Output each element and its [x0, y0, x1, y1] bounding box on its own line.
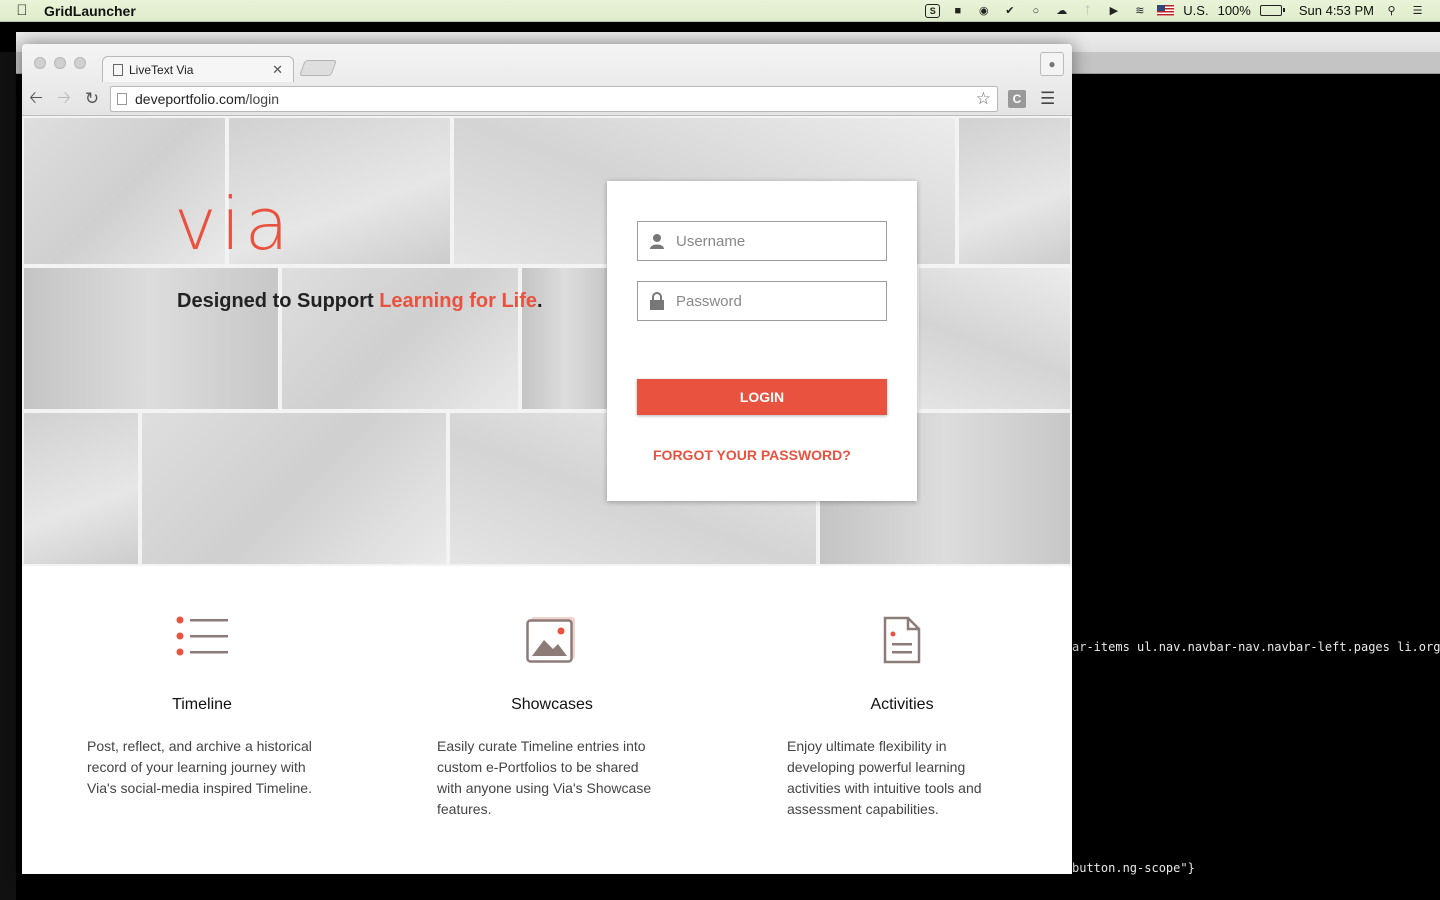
- evernote-icon[interactable]: ■: [949, 3, 966, 18]
- via-logo: via: [174, 182, 293, 266]
- tagline-suffix: .: [537, 290, 543, 312]
- user-icon: [638, 233, 676, 249]
- feature-description: Post, reflect, and archive a historical …: [87, 738, 312, 796]
- forward-icon[interactable]: 🡢: [50, 85, 78, 114]
- terminal-output-line: button.ng-scope"}: [1072, 861, 1195, 875]
- sync-icon[interactable]: ◉: [975, 3, 992, 18]
- input-source[interactable]: U.S.: [1183, 3, 1208, 18]
- profile-icon[interactable]: ●: [1040, 52, 1064, 76]
- username-input[interactable]: [676, 232, 876, 250]
- extension-icon[interactable]: C: [1008, 90, 1026, 108]
- menu-bar:  GridLauncher S ■ ◉ ✔ ○ ☁ ᛏ ▶ ≋ U.S. 10…: [0, 0, 1440, 22]
- spotlight-icon[interactable]: ⚲: [1383, 3, 1400, 18]
- status-tray: S ■ ◉ ✔ ○ ☁ ᛏ ▶ ≋ U.S. 100% Sun 4:53 PM …: [925, 3, 1440, 18]
- chat-icon[interactable]: ○: [1027, 3, 1044, 18]
- timeline-list-icon: [87, 616, 317, 672]
- skype-icon[interactable]: S: [925, 3, 941, 18]
- forgot-password-link[interactable]: FORGOT YOUR PASSWORD?: [653, 447, 851, 463]
- features-section: Timeline Post, reflect, and archive a hi…: [22, 566, 1072, 874]
- bookmark-star-icon[interactable]: ☆: [976, 89, 991, 109]
- feature-timeline: Timeline Post, reflect, and archive a hi…: [87, 616, 317, 799]
- chrome-menu-icon[interactable]: ☰: [1040, 89, 1055, 109]
- new-tab-button[interactable]: [299, 60, 337, 76]
- tagline-accent: Learning for Life: [379, 290, 538, 312]
- lock-icon: [638, 292, 676, 310]
- feature-title: Activities: [870, 696, 934, 713]
- feature-activities: Activities Enjoy ultimate flexibility in…: [787, 616, 1017, 820]
- username-field[interactable]: [637, 221, 887, 261]
- browser-toolbar: 🡠 🡢 ↻ deveportfolio.com/login ☆ C ☰: [22, 82, 1072, 116]
- terminal-left-edge: [0, 52, 16, 900]
- wifi-icon[interactable]: ≋: [1131, 3, 1148, 18]
- feature-title: Timeline: [172, 696, 232, 713]
- page-icon: [113, 63, 123, 76]
- picture-frame-icon: [437, 616, 667, 672]
- feature-title: Showcases: [511, 696, 593, 713]
- password-input[interactable]: [676, 292, 876, 310]
- minimize-window-button[interactable]: [54, 57, 66, 69]
- bluetooth-icon[interactable]: ᛏ: [1079, 3, 1096, 18]
- tab-title: LiveText Via: [129, 62, 194, 77]
- terminal-output-line: ar-items ul.nav.navbar-nav.navbar-left.p…: [1072, 640, 1440, 654]
- login-button[interactable]: LOGIN: [637, 379, 887, 415]
- check-icon[interactable]: ✔: [1001, 3, 1018, 18]
- back-icon[interactable]: 🡠: [22, 85, 50, 114]
- clock[interactable]: Sun 4:53 PM: [1299, 3, 1374, 18]
- document-icon: [787, 616, 1017, 672]
- password-field[interactable]: [637, 281, 887, 321]
- apple-menu-icon[interactable]: : [0, 2, 44, 19]
- browser-chrome: LiveText Via ✕ ● 🡠 🡢 ↻ deveportfolio.com…: [22, 44, 1072, 116]
- page-info-icon[interactable]: [117, 93, 127, 105]
- url-domain: deveportfolio.com: [135, 91, 246, 107]
- address-bar[interactable]: deveportfolio.com/login ☆: [110, 86, 998, 112]
- notification-center-icon[interactable]: ☰: [1409, 3, 1426, 18]
- tagline: Designed to Support Learning for Life.: [177, 290, 543, 313]
- reload-icon[interactable]: ↻: [78, 89, 106, 109]
- feature-showcases: Showcases Easily curate Timeline entries…: [437, 616, 667, 820]
- flag-icon[interactable]: [1157, 5, 1175, 16]
- window-controls: [34, 57, 86, 69]
- battery-icon[interactable]: [1259, 5, 1285, 16]
- page-content: via Designed to Support Learning for Lif…: [22, 116, 1072, 874]
- tagline-prefix: Designed to Support: [177, 290, 380, 312]
- volume-icon[interactable]: ▶: [1105, 3, 1122, 18]
- feature-description: Enjoy ultimate flexibility in developing…: [787, 738, 982, 817]
- hero-section: via Designed to Support Learning for Lif…: [22, 116, 1072, 566]
- tab-livetext-via[interactable]: LiveText Via ✕: [102, 56, 294, 82]
- zoom-window-button[interactable]: [74, 57, 86, 69]
- url-path: /login: [245, 91, 279, 107]
- battery-percent[interactable]: 100%: [1218, 3, 1251, 18]
- login-card: LOGIN FORGOT YOUR PASSWORD?: [607, 181, 917, 501]
- feature-description: Easily curate Timeline entries into cust…: [437, 738, 652, 817]
- cloud-icon[interactable]: ☁: [1053, 3, 1070, 18]
- close-tab-icon[interactable]: ✕: [272, 62, 283, 78]
- browser-window: LiveText Via ✕ ● 🡠 🡢 ↻ deveportfolio.com…: [22, 44, 1072, 874]
- close-window-button[interactable]: [34, 57, 46, 69]
- app-menu[interactable]: GridLauncher: [44, 3, 136, 19]
